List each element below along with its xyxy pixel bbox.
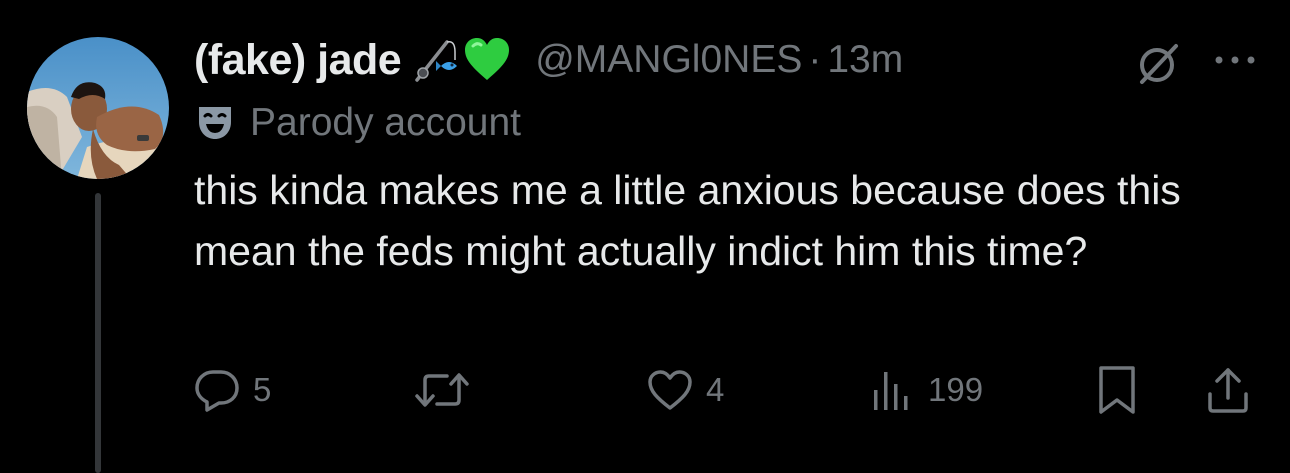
display-name[interactable]: (fake) jade (194, 36, 402, 85)
bookmark-button[interactable] (1095, 362, 1139, 418)
tweet-actions: 5 4 199 (0, 362, 1290, 418)
timestamp[interactable]: 13m (827, 38, 903, 82)
theater-mask-icon (199, 107, 231, 139)
heart-icon (648, 370, 692, 410)
thread-line (95, 193, 101, 473)
tweet-header: (fake) jade @MANGl0NES · 13m (194, 30, 903, 90)
bookmark-icon (1099, 366, 1135, 414)
green-heart-emoji-icon (463, 36, 511, 84)
avatar[interactable] (27, 37, 169, 179)
share-upload-icon (1208, 368, 1248, 413)
parody-badge: Parody account (196, 98, 521, 148)
share-button[interactable] (1204, 362, 1252, 418)
tweet-text: this kinda makes me a little anxious bec… (194, 167, 1181, 274)
like-count: 4 (706, 371, 725, 408)
reply-button[interactable]: 5 (193, 362, 271, 418)
separator-dot: · (808, 38, 822, 81)
reply-bubble-icon (195, 370, 239, 412)
grok-icon[interactable] (1134, 38, 1184, 88)
like-button[interactable]: 4 (646, 362, 724, 418)
user-handle[interactable]: @MANGl0NES (535, 38, 802, 82)
repost-button[interactable] (413, 362, 483, 418)
reply-count: 5 (253, 371, 272, 408)
views-button[interactable]: 199 (868, 362, 983, 418)
bar-chart-icon (874, 372, 908, 410)
views-count: 199 (928, 371, 984, 408)
tweet[interactable]: (fake) jade @MANGl0NES · 13m Parody acco… (0, 0, 1290, 473)
repost-arrows-icon (415, 373, 469, 407)
fishing-pole-emoji-icon (411, 36, 459, 84)
more-dots-icon[interactable] (1210, 40, 1260, 80)
parody-label: Parody account (250, 101, 522, 144)
